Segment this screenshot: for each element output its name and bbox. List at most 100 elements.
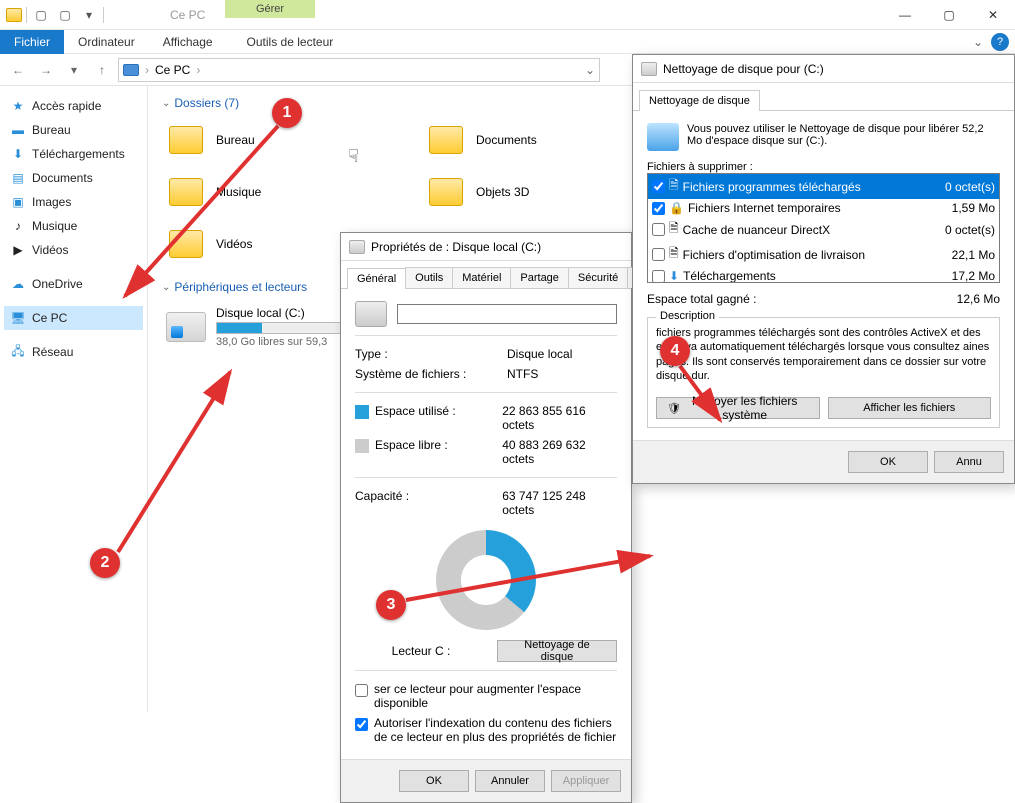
list-item-icon: 🗎 bbox=[669, 219, 679, 240]
sidebar-desktop[interactable]: ▬Bureau bbox=[4, 118, 143, 142]
sidebar-documents[interactable]: ▤Documents bbox=[4, 166, 143, 190]
compress-checkbox[interactable] bbox=[355, 684, 368, 697]
list-item[interactable]: 🗎Fichiers d'optimisation de livraison22,… bbox=[648, 242, 999, 267]
apply-button[interactable]: Appliquer bbox=[551, 770, 621, 792]
list-item-icon: 🗎 bbox=[669, 244, 679, 265]
dialog-titlebar[interactable]: Nettoyage de disque pour (C:) bbox=[633, 55, 1014, 83]
qat-properties-icon[interactable]: ▢ bbox=[31, 5, 51, 25]
star-icon: ★ bbox=[10, 98, 26, 114]
folder-label: Objets 3D bbox=[476, 185, 529, 199]
network-icon: 🖧 bbox=[10, 344, 26, 360]
cleanup-file-list[interactable]: 🗎Fichiers programmes téléchargés0 octet(… bbox=[647, 173, 1000, 283]
item-checkbox[interactable] bbox=[652, 248, 665, 261]
nav-recent-icon[interactable]: ▾ bbox=[62, 58, 86, 82]
titlebar: ▢ ▢ ▾ Ce PC ― ▢ ✕ bbox=[0, 0, 1015, 30]
annotation-badge-4: 4 bbox=[660, 336, 690, 366]
sidebar-thispc[interactable]: 🖥Ce PC bbox=[4, 306, 143, 330]
item-label: Fichiers Internet temporaires bbox=[688, 201, 841, 215]
music-icon: ♪ bbox=[10, 218, 26, 234]
list-item[interactable]: 🔒Fichiers Internet temporaires1,59 Mo bbox=[648, 199, 999, 217]
sidebar-item-label: Téléchargements bbox=[32, 147, 125, 161]
cleanup-intro: Vous pouvez utiliser le Nettoyage de dis… bbox=[687, 123, 1000, 151]
list-item[interactable]: ⬇Téléchargements17,2 Mo bbox=[648, 267, 999, 283]
usage-donut bbox=[436, 530, 536, 630]
qat-newfolder-icon[interactable]: ▢ bbox=[55, 5, 75, 25]
used-value: 22 863 855 616 octets bbox=[502, 404, 617, 432]
folder-musique[interactable]: Musique bbox=[162, 170, 422, 214]
sidebar-network[interactable]: 🖧 Réseau bbox=[4, 340, 143, 364]
quick-access-toolbar: ▢ ▢ ▾ bbox=[0, 5, 110, 25]
ok-button[interactable]: OK bbox=[848, 451, 928, 473]
cap-value: 63 747 125 248 octets bbox=[502, 489, 617, 517]
cancel-button[interactable]: Annuler bbox=[475, 770, 545, 792]
sidebar-item-label: Réseau bbox=[32, 345, 73, 359]
drive-letter-label: Lecteur C : bbox=[355, 644, 487, 658]
sidebar-downloads[interactable]: ⬇Téléchargements bbox=[4, 142, 143, 166]
total-label: Espace total gagné : bbox=[647, 292, 945, 306]
sidebar-item-label: Ce PC bbox=[32, 311, 67, 325]
nav-forward-icon[interactable]: → bbox=[34, 58, 58, 82]
close-button[interactable]: ✕ bbox=[971, 0, 1015, 30]
disk-cleanup-button[interactable]: Nettoyage de disque bbox=[497, 640, 617, 662]
show-files-button[interactable]: Afficher les fichiers bbox=[828, 397, 992, 419]
list-item[interactable]: 🗎Cache de nuanceur DirectX0 octet(s) bbox=[648, 217, 999, 242]
tab-sharing[interactable]: Partage bbox=[510, 267, 569, 288]
cap-label: Capacité : bbox=[355, 489, 490, 517]
breadcrumb[interactable]: › Ce PC › ⌄ bbox=[118, 58, 600, 82]
cloud-icon: ☁ bbox=[10, 276, 26, 292]
cancel-button[interactable]: Annu bbox=[934, 451, 1004, 473]
section-label: Périphériques et lecteurs bbox=[174, 280, 307, 294]
list-item[interactable]: 🗎Fichiers programmes téléchargés0 octet(… bbox=[648, 174, 999, 199]
nav-up-icon[interactable]: ↑ bbox=[90, 58, 114, 82]
sidebar-music[interactable]: ♪Musique bbox=[4, 214, 143, 238]
sidebar-item-label: Documents bbox=[32, 171, 93, 185]
disk-cleanup-dialog: Nettoyage de disque pour (C:) Nettoyage … bbox=[632, 54, 1015, 484]
sidebar-item-label: Accès rapide bbox=[32, 99, 101, 113]
used-label: Espace utilisé : bbox=[375, 404, 456, 418]
tab-general[interactable]: Général bbox=[347, 268, 406, 289]
tab-hardware[interactable]: Matériel bbox=[452, 267, 511, 288]
window-title: Ce PC bbox=[170, 8, 205, 22]
tab-security[interactable]: Sécurité bbox=[568, 267, 628, 288]
nav-pane: ★ Accès rapide ▬Bureau ⬇Téléchargements ▤… bbox=[0, 86, 148, 712]
description-group: Description fichiers programmes téléchar… bbox=[647, 317, 1000, 428]
total-value: 12,6 Mo bbox=[957, 292, 1000, 306]
tab-computer[interactable]: Ordinateur bbox=[64, 30, 149, 54]
tab-file[interactable]: Fichier bbox=[0, 30, 64, 54]
tab-tools[interactable]: Outils bbox=[405, 267, 453, 288]
ok-button[interactable]: OK bbox=[399, 770, 469, 792]
breadcrumb-dropdown-icon[interactable]: ⌄ bbox=[585, 63, 595, 77]
maximize-button[interactable]: ▢ bbox=[927, 0, 971, 30]
folder-label: Musique bbox=[216, 185, 261, 199]
drive-label: Disque local (C:) bbox=[216, 306, 346, 320]
item-checkbox[interactable] bbox=[652, 223, 665, 236]
sidebar-onedrive[interactable]: ☁OneDrive bbox=[4, 272, 143, 296]
ribbon-collapse-icon[interactable]: ⌄ bbox=[965, 35, 991, 49]
item-checkbox[interactable] bbox=[652, 202, 665, 215]
drive-name-input[interactable] bbox=[397, 304, 617, 324]
files-to-delete-label: Fichiers à supprimer : bbox=[647, 161, 1000, 173]
nav-back-icon[interactable]: ← bbox=[6, 58, 30, 82]
sidebar-images[interactable]: ▣Images bbox=[4, 190, 143, 214]
tab-view[interactable]: Affichage bbox=[149, 30, 227, 54]
description-text: fichiers programmes téléchargés sont des… bbox=[656, 326, 991, 383]
help-icon[interactable]: ? bbox=[991, 33, 1009, 51]
tab-cleanup[interactable]: Nettoyage de disque bbox=[639, 90, 760, 111]
index-label: Autoriser l'indexation du contenu des fi… bbox=[374, 716, 617, 744]
tab-drive-tools[interactable]: Outils de lecteur bbox=[233, 30, 348, 54]
index-checkbox[interactable] bbox=[355, 718, 368, 731]
sidebar-quick-access[interactable]: ★ Accès rapide bbox=[4, 94, 143, 118]
minimize-button[interactable]: ― bbox=[883, 0, 927, 30]
item-checkbox[interactable] bbox=[652, 180, 665, 193]
item-checkbox[interactable] bbox=[652, 270, 665, 283]
free-label: Espace libre : bbox=[375, 438, 448, 452]
clean-system-files-button[interactable]: 🛡 Nettoyer les fichiers système bbox=[656, 397, 820, 419]
sidebar-videos[interactable]: ▶Vidéos bbox=[4, 238, 143, 262]
dialog-titlebar[interactable]: Propriétés de : Disque local (C:) bbox=[341, 233, 631, 261]
fs-label: Système de fichiers : bbox=[355, 367, 495, 381]
item-label: Cache de nuanceur DirectX bbox=[683, 223, 830, 237]
qat-dropdown-icon[interactable]: ▾ bbox=[79, 5, 99, 25]
item-size: 0 octet(s) bbox=[945, 180, 995, 194]
ribbon-tabs: Fichier Ordinateur Affichage Outils de l… bbox=[0, 30, 1015, 54]
image-icon: ▣ bbox=[10, 194, 26, 210]
